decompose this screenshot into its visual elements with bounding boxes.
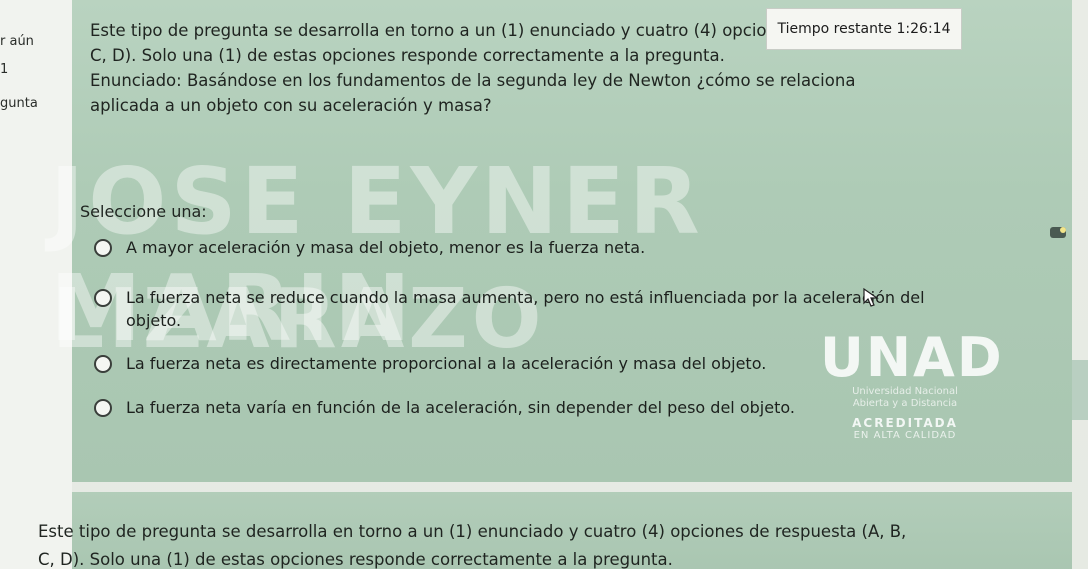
next-question-card: Este tipo de pregunta se desarrolla en t… (38, 492, 1072, 569)
answer-option-a[interactable]: A mayor aceleración y masa del objeto, m… (94, 236, 854, 259)
next-question-text: Este tipo de pregunta se desarrolla en t… (38, 518, 1058, 569)
question-nav-strip: r aún 1 gunta (0, 0, 72, 569)
mouse-cursor-icon (863, 287, 879, 307)
statement-line-2: aplicada a un objeto con su aceleración … (90, 96, 492, 115)
answer-option-d[interactable]: La fuerza neta varía en función de la ac… (94, 396, 854, 419)
unad-brand: UNAD (820, 326, 1004, 389)
radio-button[interactable] (94, 239, 112, 257)
quiz-page: r aún 1 gunta Este tipo de pregunta se d… (0, 0, 1088, 569)
next-intro-line-1: Este tipo de pregunta se desarrolla en t… (38, 522, 907, 541)
select-one-label: Seleccione una: (80, 202, 207, 221)
next-intro-line-2: C, D). Solo una (1) de estas opciones re… (38, 550, 673, 569)
nav-fragment-2: 1 (0, 62, 9, 77)
answer-option-c[interactable]: La fuerza neta es directamente proporcio… (94, 352, 854, 375)
right-edge-panel (1072, 360, 1088, 420)
question-card: Este tipo de pregunta se desarrolla en t… (50, 0, 1072, 482)
unad-quality: EN ALTA CALIDAD (853, 430, 957, 441)
radio-button[interactable] (94, 355, 112, 373)
unad-accredited: ACREDITADA (852, 416, 958, 430)
unad-logo: UNAD Universidad Nacional Abierta y a Di… (820, 326, 1004, 460)
nav-fragment-1: r aún (0, 34, 34, 49)
timer-label: Tiempo restante (777, 21, 893, 37)
option-text: A mayor aceleración y masa del objeto, m… (126, 238, 646, 257)
timer-value: 1:26:14 (896, 21, 951, 37)
radio-button[interactable] (94, 399, 112, 417)
unad-subtitle: Abierta y a Distancia (852, 398, 958, 409)
radio-button[interactable] (94, 289, 112, 307)
option-text: La fuerza neta es directamente proporcio… (126, 354, 767, 373)
time-remaining: Tiempo restante 1:26:14 (766, 8, 962, 50)
option-text: La fuerza neta varía en función de la ac… (126, 398, 795, 417)
statement-line-1: Enunciado: Basándose en los fundamentos … (90, 71, 856, 90)
nav-fragment-3: gunta (0, 96, 38, 111)
flag-question-icon[interactable] (1048, 224, 1070, 242)
